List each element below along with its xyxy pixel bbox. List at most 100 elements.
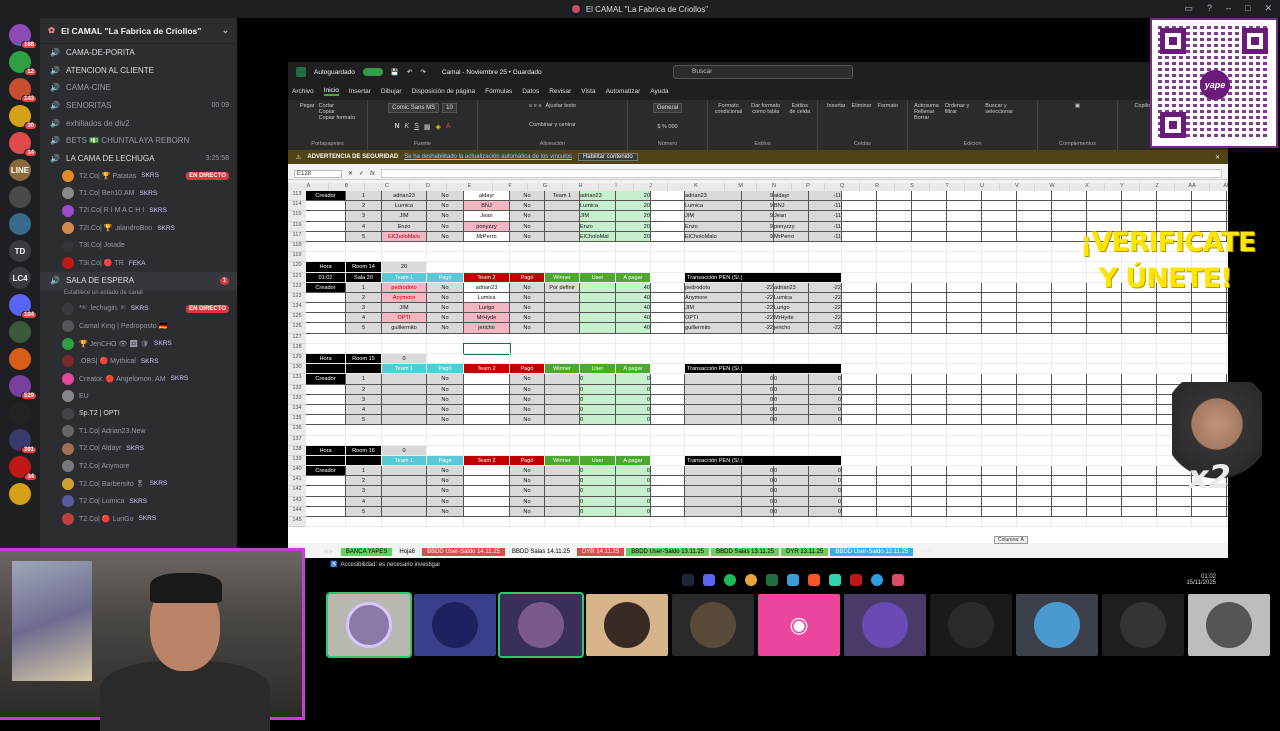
cell[interactable] bbox=[1017, 313, 1052, 324]
cell[interactable] bbox=[1052, 364, 1087, 375]
cell[interactable] bbox=[651, 364, 685, 375]
cell[interactable] bbox=[842, 517, 877, 528]
voice-channel[interactable]: 🔊 CAMA-CINE bbox=[40, 79, 237, 97]
voice-user[interactable]: T1.Co| Ben10.AM SKRS bbox=[40, 185, 237, 203]
cell[interactable] bbox=[1192, 211, 1227, 222]
cell[interactable] bbox=[1157, 506, 1192, 517]
cell[interactable] bbox=[947, 374, 982, 385]
cell[interactable]: Pagó bbox=[510, 272, 545, 283]
cell[interactable] bbox=[1052, 354, 1087, 365]
cell[interactable] bbox=[651, 272, 685, 283]
column-header[interactable]: J bbox=[634, 183, 668, 191]
cell[interactable] bbox=[947, 445, 982, 456]
cell[interactable] bbox=[982, 404, 1017, 416]
cell[interactable] bbox=[651, 262, 685, 273]
cell[interactable]: No bbox=[427, 221, 464, 232]
app-icon[interactable] bbox=[891, 574, 904, 586]
row-header[interactable]: 134 bbox=[288, 404, 306, 416]
cell[interactable] bbox=[545, 252, 580, 263]
cell[interactable] bbox=[427, 333, 464, 344]
cell[interactable]: -22 bbox=[809, 323, 842, 334]
cell[interactable]: -22 bbox=[742, 282, 774, 293]
cell[interactable] bbox=[982, 262, 1017, 273]
cell[interactable] bbox=[912, 343, 947, 354]
cell[interactable]: 0 bbox=[809, 384, 842, 395]
cell-styles-button[interactable]: Estilos de celda bbox=[788, 103, 811, 115]
row-header[interactable]: 129 bbox=[288, 354, 306, 365]
cell[interactable] bbox=[912, 517, 947, 528]
cell[interactable]: No bbox=[427, 313, 464, 324]
cell[interactable] bbox=[1157, 211, 1192, 222]
cell[interactable]: 0 bbox=[742, 394, 774, 405]
cell[interactable] bbox=[651, 455, 685, 467]
voice-user[interactable]: T3I.Co| 🔴 TR FEKA bbox=[40, 255, 237, 273]
cell[interactable] bbox=[774, 333, 809, 344]
participant-tile[interactable] bbox=[844, 594, 926, 656]
cell[interactable] bbox=[742, 517, 774, 528]
cell[interactable]: No bbox=[427, 292, 464, 304]
cell[interactable] bbox=[545, 354, 580, 365]
cell[interactable]: Lumica bbox=[464, 292, 510, 304]
server-icon[interactable] bbox=[9, 321, 31, 343]
cell[interactable]: jericho bbox=[774, 323, 809, 334]
cell[interactable] bbox=[427, 445, 464, 456]
cell[interactable]: Team 2 bbox=[464, 272, 510, 283]
cell[interactable] bbox=[947, 425, 982, 436]
sheet-nav-icon[interactable]: ◀ ▶ bbox=[318, 547, 339, 556]
cell[interactable] bbox=[685, 384, 742, 395]
cell[interactable] bbox=[427, 354, 464, 365]
cell[interactable]: JIM bbox=[580, 211, 616, 222]
cell[interactable] bbox=[306, 364, 346, 375]
cell[interactable] bbox=[1052, 374, 1087, 385]
cell[interactable] bbox=[912, 221, 947, 232]
cell[interactable] bbox=[1227, 344, 1228, 354]
cell[interactable]: -11 bbox=[809, 191, 842, 202]
cell[interactable] bbox=[877, 425, 912, 436]
server-icon[interactable]: LINE bbox=[9, 159, 31, 181]
cell[interactable] bbox=[1087, 496, 1122, 507]
cell[interactable] bbox=[1087, 333, 1122, 344]
cell[interactable] bbox=[306, 292, 346, 304]
cell[interactable]: -22 bbox=[742, 292, 774, 304]
cell[interactable] bbox=[1227, 323, 1228, 334]
cell[interactable]: Room 15 bbox=[346, 354, 382, 365]
voice-user[interactable]: T2I.Co| R I M A C H I SKRS bbox=[40, 202, 237, 220]
server-icon[interactable] bbox=[9, 213, 31, 235]
cell[interactable] bbox=[982, 323, 1017, 334]
cell[interactable] bbox=[1017, 211, 1052, 222]
cell[interactable]: Winner bbox=[545, 364, 580, 375]
cell[interactable] bbox=[1017, 231, 1052, 242]
cell[interactable]: ElCholoMal bbox=[580, 231, 616, 242]
cell[interactable] bbox=[877, 252, 912, 263]
cell[interactable]: Winner bbox=[545, 455, 580, 467]
cell[interactable]: Creador bbox=[306, 191, 346, 202]
cell[interactable] bbox=[842, 343, 877, 354]
cell[interactable] bbox=[982, 384, 1017, 395]
cell[interactable]: 9 bbox=[742, 191, 774, 202]
server-icon[interactable]: TD bbox=[9, 240, 31, 262]
sort-filter-button[interactable]: Ordenar y filtrar bbox=[945, 103, 979, 121]
cell[interactable] bbox=[1017, 252, 1052, 263]
cell[interactable]: 0 bbox=[382, 445, 427, 456]
cell[interactable] bbox=[774, 262, 809, 273]
delete-cells-button[interactable]: Eliminar bbox=[852, 103, 872, 109]
cell[interactable] bbox=[685, 486, 742, 497]
cell[interactable] bbox=[510, 517, 545, 528]
cell[interactable] bbox=[842, 241, 877, 253]
cell[interactable] bbox=[1157, 364, 1192, 375]
column-header[interactable]: M bbox=[725, 183, 757, 191]
cell[interactable] bbox=[306, 231, 346, 242]
cell[interactable] bbox=[545, 201, 580, 212]
cell[interactable] bbox=[982, 343, 1017, 354]
cell[interactable] bbox=[306, 323, 346, 334]
cell[interactable] bbox=[651, 476, 685, 487]
cell[interactable] bbox=[1087, 425, 1122, 436]
cell[interactable] bbox=[982, 496, 1017, 507]
cell[interactable]: 0 bbox=[580, 466, 616, 477]
cell[interactable]: Enzo bbox=[685, 221, 742, 232]
voice-user[interactable]: Creator. 🔴 Angelomon. AM SKRS bbox=[40, 370, 237, 388]
search-input[interactable]: Buscar bbox=[673, 65, 853, 79]
cell[interactable]: 0 bbox=[616, 466, 651, 477]
cell[interactable] bbox=[877, 313, 912, 324]
cell[interactable] bbox=[742, 241, 774, 253]
